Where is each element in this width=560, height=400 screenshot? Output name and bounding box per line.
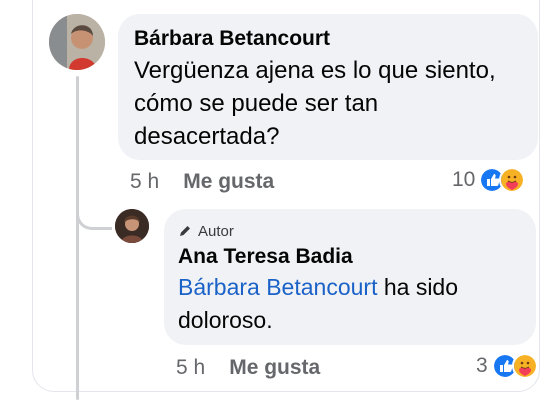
like-button[interactable]: Me gusta xyxy=(183,170,274,194)
reaction-count: 3 xyxy=(476,354,488,377)
reply-meta: 5 h Me gusta xyxy=(176,354,320,382)
reply-text: Bárbara Betancourt ha sido doloroso. xyxy=(178,271,522,337)
reaction-summary[interactable]: 10 xyxy=(452,166,526,194)
reaction-count: 10 xyxy=(452,168,476,191)
reply-connector xyxy=(76,196,112,230)
comment-meta: 5 h Me gusta xyxy=(130,168,274,196)
avatar[interactable] xyxy=(115,209,149,243)
thread-line xyxy=(76,76,79,400)
reply-time[interactable]: 5 h xyxy=(176,356,205,380)
avatar[interactable] xyxy=(49,14,105,70)
avatar-photo xyxy=(115,209,149,243)
reply-author[interactable]: Ana Teresa Badia xyxy=(178,243,522,271)
comment-author[interactable]: Bárbara Betancourt xyxy=(134,26,522,52)
comment-text: Vergüenza ajena es lo que siento, cómo s… xyxy=(134,57,496,150)
care-icon xyxy=(499,167,526,193)
author-badge: Autor xyxy=(178,221,522,241)
author-badge-label: Autor xyxy=(198,222,234,240)
pencil-icon xyxy=(180,226,190,236)
reply-bubble: Autor Ana Teresa Badia Bárbara Betancour… xyxy=(164,209,536,345)
mention-link[interactable]: Bárbara Betancourt xyxy=(178,274,377,300)
care-icon xyxy=(511,353,538,379)
avatar-photo xyxy=(49,14,105,70)
like-button[interactable]: Me gusta xyxy=(229,356,320,380)
comment-time[interactable]: 5 h xyxy=(130,170,159,194)
reaction-summary[interactable]: 3 xyxy=(476,352,538,380)
comment-bubble: Bárbara Betancourt Vergüenza ajena es lo… xyxy=(118,14,538,160)
